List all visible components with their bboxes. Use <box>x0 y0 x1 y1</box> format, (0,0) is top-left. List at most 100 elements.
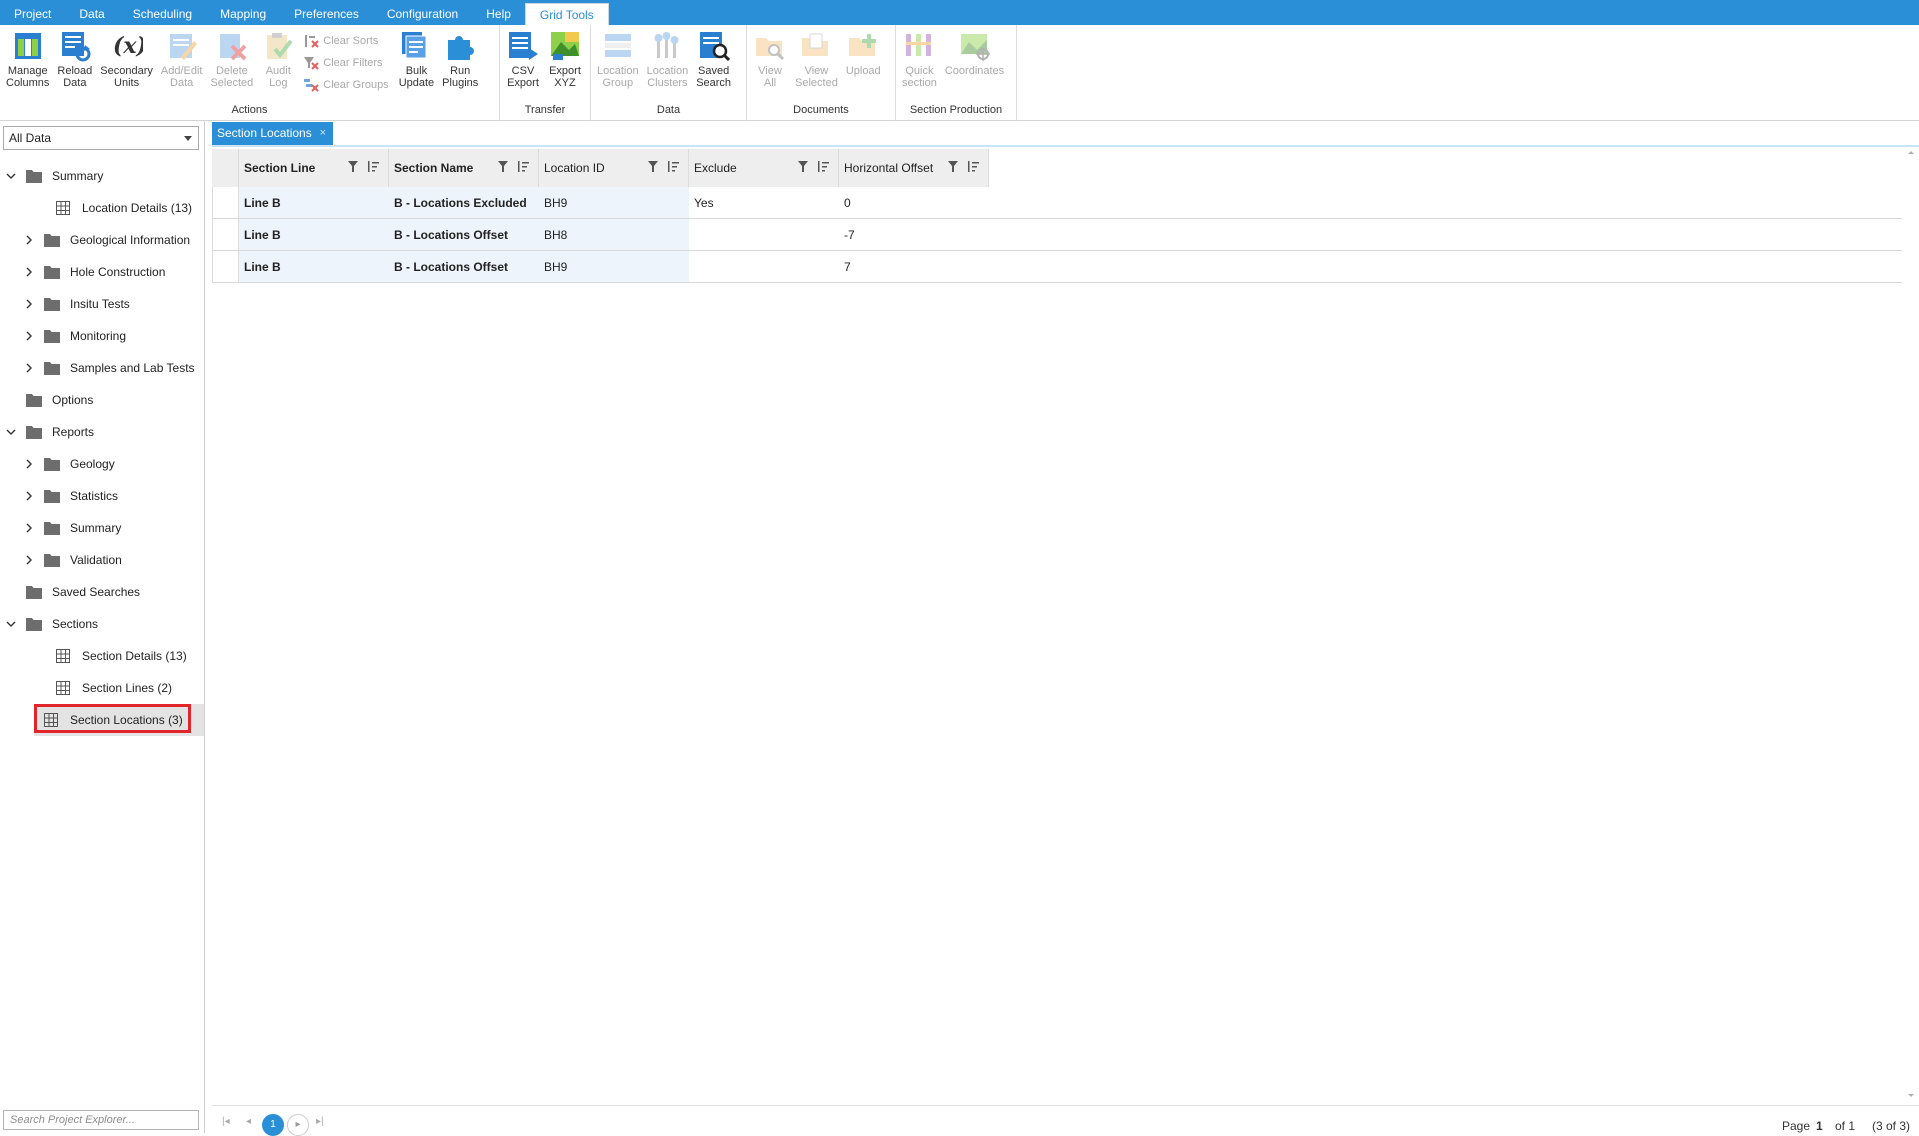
menu-mapping[interactable]: Mapping <box>206 0 280 25</box>
chevron-right-icon[interactable] <box>22 329 36 343</box>
tree-item-validation[interactable]: Validation <box>0 544 204 576</box>
clear-sorts-icon <box>305 35 319 48</box>
tree-item-hole-construction[interactable]: Hole Construction <box>0 256 204 288</box>
table-cell[interactable]: Line B <box>239 187 389 218</box>
last-page-icon[interactable]: ▸| <box>316 1116 324 1127</box>
tree-item-options[interactable]: Options <box>0 384 204 416</box>
menu-help[interactable]: Help <box>472 0 525 25</box>
column-menu-icon[interactable] <box>818 161 829 172</box>
table-cell[interactable]: 7 <box>839 251 989 282</box>
chevron-right-icon[interactable] <box>22 265 36 279</box>
column-header-section-name[interactable]: Section Name <box>389 149 539 187</box>
row-header[interactable] <box>212 251 239 282</box>
menu-preferences[interactable]: Preferences <box>280 0 373 25</box>
tree-item-location-details-13[interactable]: Location Details (13) <box>0 192 204 224</box>
folder-icon <box>44 265 60 279</box>
export-xyz-icon <box>548 29 582 63</box>
row-filler <box>989 251 1902 282</box>
data-filter-dropdown[interactable]: All Data <box>3 126 199 150</box>
chevron-right-icon[interactable] <box>22 553 36 567</box>
tree-item-label: Sections <box>52 617 99 631</box>
folder-document-icon <box>799 29 833 63</box>
tree-item-section-details-13[interactable]: Section Details (13) <box>0 640 204 672</box>
chevron-right-icon[interactable] <box>22 457 36 471</box>
column-menu-icon[interactable] <box>668 161 679 172</box>
table-cell[interactable]: B - Locations Offset <box>389 251 539 282</box>
tree-item-geological-information[interactable]: Geological Information <box>0 224 204 256</box>
chevron-down-icon[interactable] <box>4 425 18 439</box>
filter-icon[interactable] <box>498 161 508 172</box>
menu-project[interactable]: Project <box>0 0 65 25</box>
table-row[interactable]: Line BB - Locations Offset BH8 -7 <box>212 219 1902 251</box>
tree-item-summary[interactable]: Summary <box>0 160 204 192</box>
map-coordinates-icon <box>958 29 992 63</box>
column-header-horizontal-offset[interactable]: Horizontal Offset <box>839 149 989 187</box>
menu-data[interactable]: Data <box>65 0 118 25</box>
previous-page-icon[interactable]: ◂ <box>246 1116 251 1127</box>
tree-item-statistics[interactable]: Statistics <box>0 480 204 512</box>
table-cell[interactable]: Yes <box>689 187 839 218</box>
column-header-location-id[interactable]: Location ID <box>539 149 689 187</box>
column-menu-icon[interactable] <box>968 161 979 172</box>
column-menu-icon[interactable] <box>518 161 529 172</box>
manage-columns-icon <box>11 29 45 63</box>
tree-item-saved-searches[interactable]: Saved Searches <box>0 576 204 608</box>
row-header[interactable] <box>212 187 239 218</box>
close-tab-icon[interactable]: × <box>320 122 326 145</box>
filter-icon[interactable] <box>648 161 658 172</box>
data-filter-value: All Data <box>9 131 52 145</box>
column-header-section-line[interactable]: Section Line <box>239 149 389 187</box>
table-cell[interactable]: BH8 <box>539 219 689 250</box>
chevron-right-icon[interactable] <box>22 233 36 247</box>
tree-item-geology[interactable]: Geology <box>0 448 204 480</box>
menu-grid-tools[interactable]: Grid Tools <box>524 3 609 25</box>
table-row[interactable]: Line BB - Locations Excluded BH9 Yes 0 <box>212 187 1902 219</box>
tree-item-sections[interactable]: Sections <box>0 608 204 640</box>
chevron-right-icon[interactable] <box>22 521 36 535</box>
clear-groups-button[interactable]: Clear Groups <box>299 74 394 96</box>
table-cell[interactable]: Line B <box>239 251 389 282</box>
tree-item-section-lines-2[interactable]: Section Lines (2) <box>0 672 204 704</box>
page-number: 1 <box>1816 1119 1823 1133</box>
grid-corner[interactable] <box>212 149 239 187</box>
chevron-down-icon[interactable] <box>4 169 18 183</box>
tree-item-label: Reports <box>52 425 95 439</box>
filter-icon[interactable] <box>798 161 808 172</box>
chevron-right-icon[interactable] <box>22 297 36 311</box>
column-menu-icon[interactable] <box>368 161 379 172</box>
tree-item-insitu-tests[interactable]: Insitu Tests <box>0 288 204 320</box>
filter-icon[interactable] <box>348 161 358 172</box>
table-cell[interactable]: Line B <box>239 219 389 250</box>
vertical-scrollbar[interactable] <box>1904 149 1918 1099</box>
table-cell[interactable]: BH9 <box>539 251 689 282</box>
tree-item-summary[interactable]: Summary <box>0 512 204 544</box>
chevron-down-icon[interactable] <box>4 617 18 631</box>
row-header[interactable] <box>212 219 239 250</box>
column-header-exclude[interactable]: Exclude <box>689 149 839 187</box>
table-cell[interactable] <box>689 219 839 250</box>
chevron-right-icon[interactable] <box>22 361 36 375</box>
table-cell[interactable]: -7 <box>839 219 989 250</box>
chevron-right-icon[interactable] <box>22 489 36 503</box>
table-cell[interactable]: 0 <box>839 187 989 218</box>
table-cell[interactable]: B - Locations Offset <box>389 219 539 250</box>
clear-filters-button[interactable]: Clear Filters <box>299 52 394 74</box>
menu-scheduling[interactable]: Scheduling <box>119 0 206 25</box>
ribbon-group-label-actions: Actions <box>231 104 268 116</box>
table-cell[interactable]: BH9 <box>539 187 689 218</box>
tab-section-locations[interactable]: Section Locations × <box>212 122 333 145</box>
menu-configuration[interactable]: Configuration <box>373 0 472 25</box>
table-cell[interactable] <box>689 251 839 282</box>
tree-item-reports[interactable]: Reports <box>0 416 204 448</box>
tree-item-monitoring[interactable]: Monitoring <box>0 320 204 352</box>
filter-icon[interactable] <box>948 161 958 172</box>
clear-sorts-button[interactable]: Clear Sorts <box>299 30 394 52</box>
table-cell[interactable]: B - Locations Excluded <box>389 187 539 218</box>
tree-item-samples-and-lab-tests[interactable]: Samples and Lab Tests <box>0 352 204 384</box>
table-row[interactable]: Line BB - Locations Offset BH9 7 <box>212 251 1902 283</box>
first-page-icon[interactable]: |◂ <box>222 1116 230 1127</box>
chevron-down-icon <box>184 136 192 141</box>
ribbon-group-section-production: Quick section Coordinates Section Produc… <box>896 25 1017 121</box>
tree-item-section-locations-3[interactable]: Section Locations (3) <box>34 704 204 736</box>
search-project-explorer-input[interactable]: Search Project Explorer... <box>3 1110 199 1130</box>
